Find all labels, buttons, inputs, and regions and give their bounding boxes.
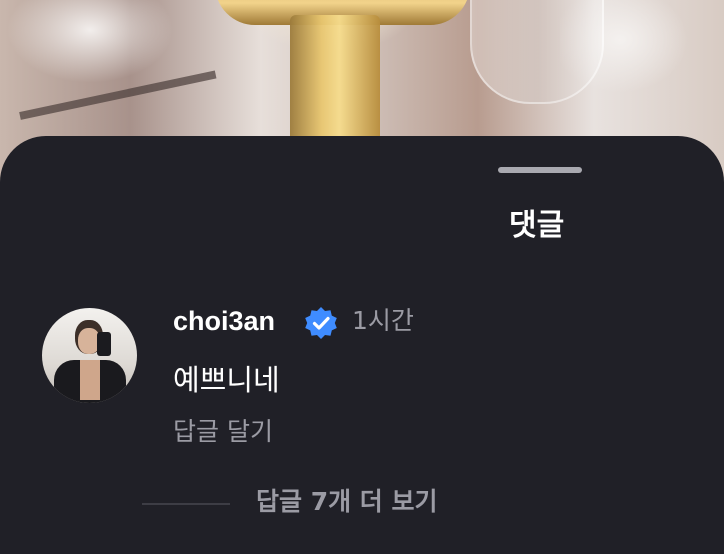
comment-username[interactable]: choi3an [173, 301, 275, 341]
avatar-phone [97, 332, 111, 356]
app-screen: 댓글 choi3an 1시간 예쁘니네 답글 달기 답글 7개 더 보기 [0, 0, 724, 554]
comment-text: 예쁘니네 [173, 363, 280, 397]
sheet-drag-handle[interactable] [498, 167, 582, 173]
view-more-replies-button[interactable]: 답글 7개 더 보기 [256, 482, 438, 522]
photo-glass [470, 0, 604, 104]
comment-timestamp: 1시간 [352, 306, 414, 335]
avatar[interactable] [42, 308, 137, 403]
avatar-chest [80, 360, 100, 400]
reply-button[interactable]: 답글 달기 [173, 412, 273, 452]
comments-sheet: 댓글 choi3an 1시간 예쁘니네 답글 달기 답글 7개 더 보기 [0, 136, 724, 554]
replies-divider-line [142, 503, 230, 505]
sheet-title: 댓글 [509, 208, 565, 243]
verified-badge-icon [305, 307, 337, 339]
